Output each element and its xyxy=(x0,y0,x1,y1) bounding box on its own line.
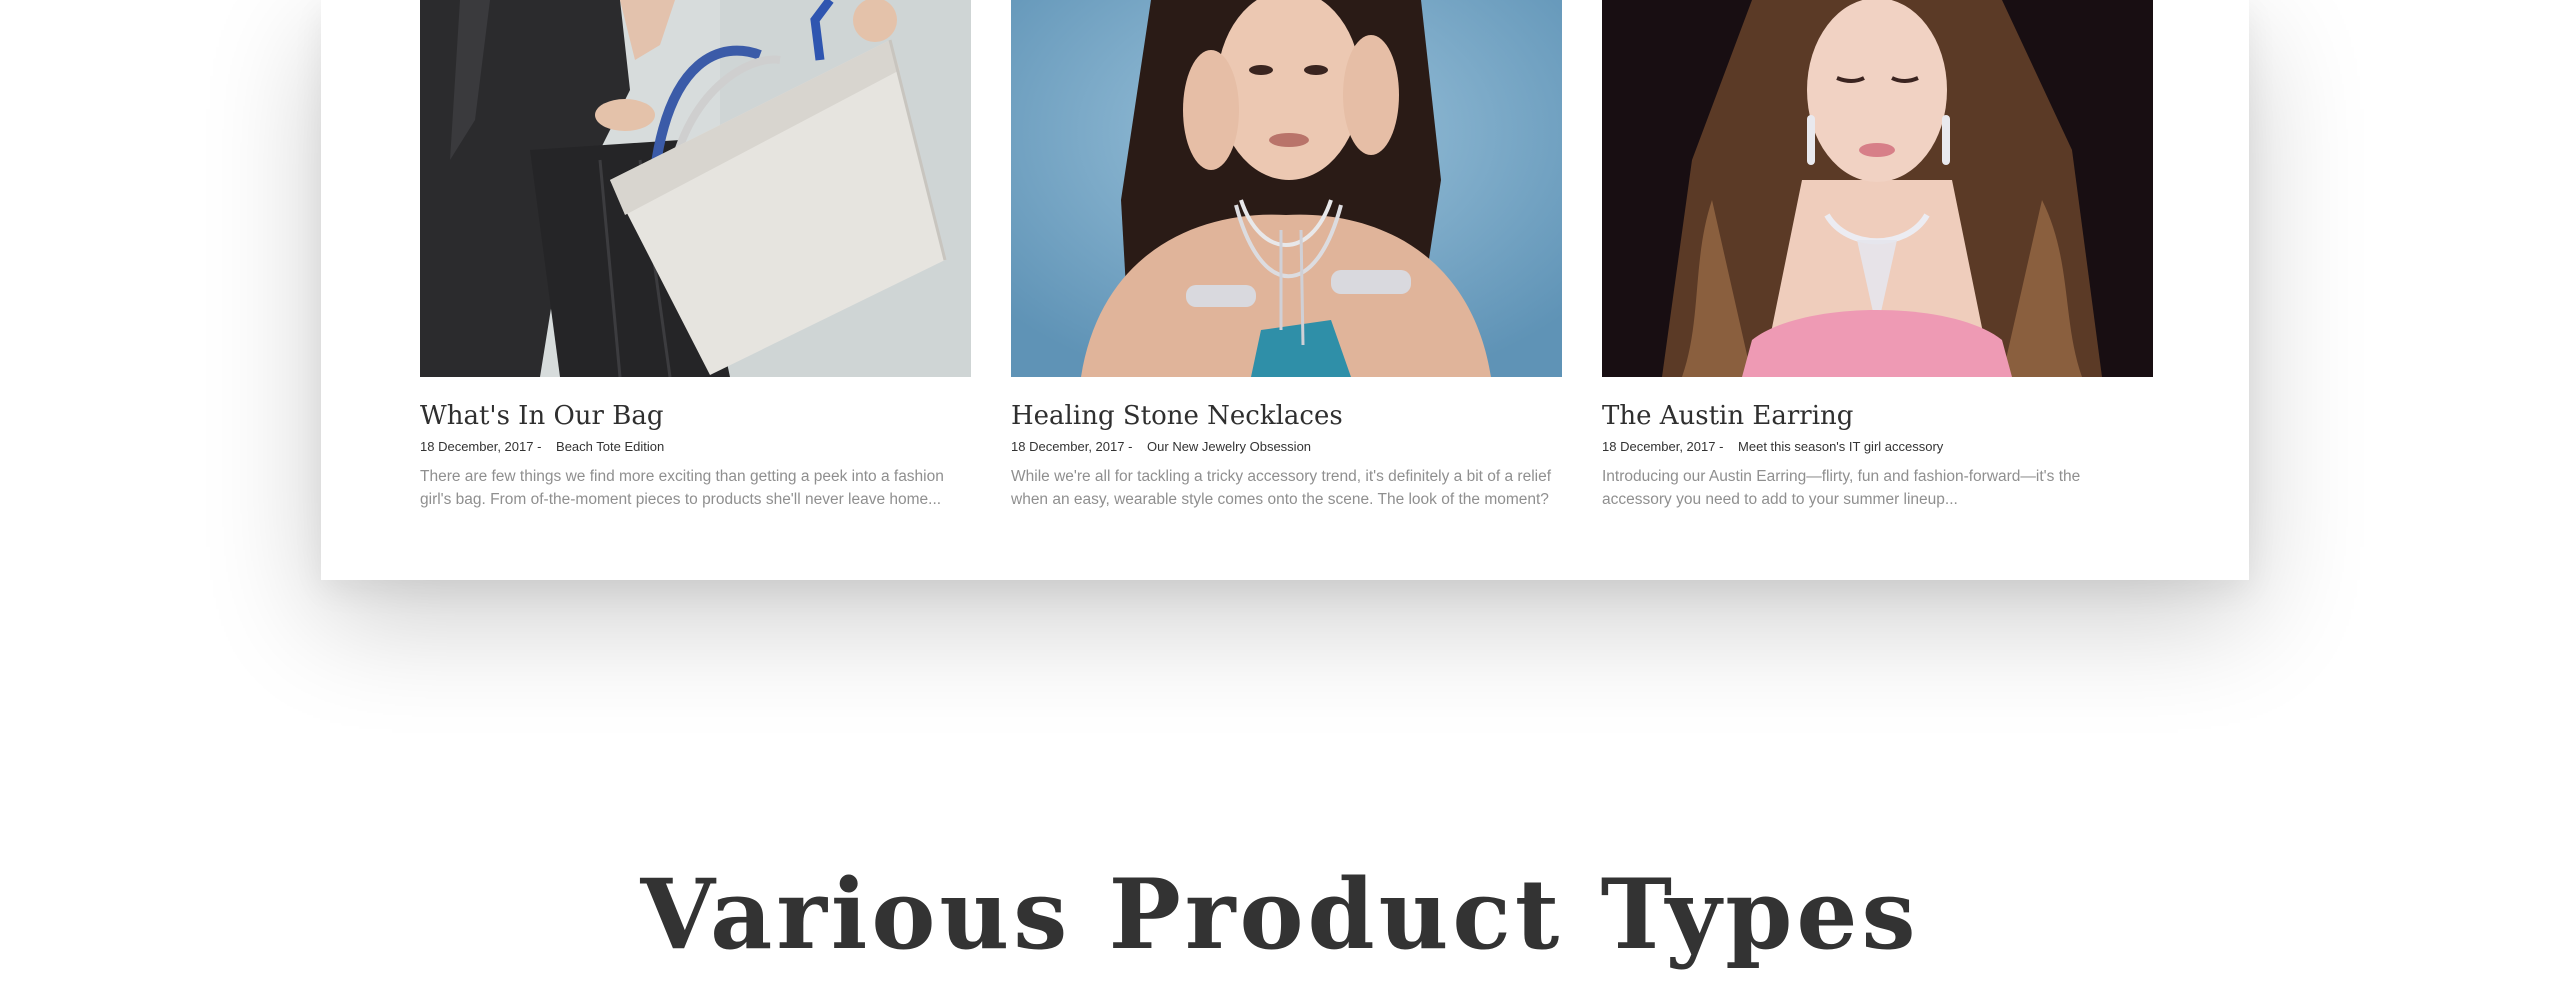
post-tag[interactable]: Meet this season's IT girl accessory xyxy=(1738,439,1943,454)
post-title[interactable]: Healing Stone Necklaces xyxy=(1011,400,1562,432)
post-tag[interactable]: Beach Tote Edition xyxy=(556,439,664,454)
post-meta: 18 December, 2017 - Beach Tote Edition xyxy=(420,438,971,456)
woman-with-tote-bag-image xyxy=(420,0,971,377)
woman-with-earrings-image xyxy=(1602,0,2153,377)
post-tag[interactable]: Our New Jewelry Obsession xyxy=(1147,439,1311,454)
post-image-earring[interactable] xyxy=(1602,0,2153,377)
post-date: 18 December, 2017 - xyxy=(420,439,542,454)
post-date: 18 December, 2017 - xyxy=(1602,439,1724,454)
blog-post-card: The Austin Earring 18 December, 2017 - M… xyxy=(1602,0,2153,511)
post-title[interactable]: What's In Our Bag xyxy=(420,400,971,432)
post-image-necklaces[interactable] xyxy=(1011,0,1562,377)
post-image-bag[interactable] xyxy=(420,0,971,377)
post-date: 18 December, 2017 - xyxy=(1011,439,1133,454)
post-excerpt: There are few things we find more exciti… xyxy=(420,468,944,508)
woman-with-necklaces-image xyxy=(1011,0,1562,377)
section-title: Various Product Types xyxy=(640,858,1920,971)
blog-post-card: Healing Stone Necklaces 18 December, 201… xyxy=(1011,0,1562,511)
blog-post-card: What's In Our Bag 18 December, 2017 - Be… xyxy=(420,0,971,511)
post-excerpt: While we're all for tackling a tricky ac… xyxy=(1011,468,1552,508)
post-excerpt: Introducing our Austin Earring—flirty, f… xyxy=(1602,468,2081,508)
post-meta: 18 December, 2017 - Our New Jewelry Obse… xyxy=(1011,438,1562,456)
post-meta: 18 December, 2017 - Meet this season's I… xyxy=(1602,438,2153,456)
page: What's In Our Bag 18 December, 2017 - Be… xyxy=(0,0,2560,1000)
blog-panel: What's In Our Bag 18 December, 2017 - Be… xyxy=(321,0,2249,580)
post-title[interactable]: The Austin Earring xyxy=(1602,400,2153,432)
